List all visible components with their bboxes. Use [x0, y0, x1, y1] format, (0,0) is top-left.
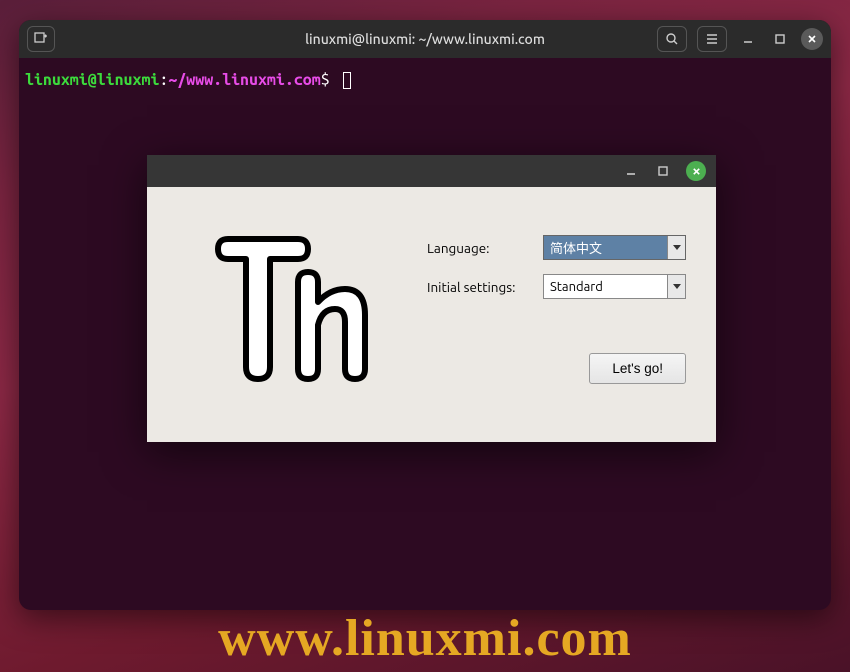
chevron-down-icon	[667, 236, 685, 259]
search-button[interactable]	[657, 26, 687, 52]
terminal-minimize-button[interactable]	[737, 28, 759, 50]
lets-go-button[interactable]: Let's go!	[589, 353, 686, 384]
menu-button[interactable]	[697, 26, 727, 52]
language-value: 简体中文	[550, 238, 602, 257]
new-tab-button[interactable]	[27, 26, 55, 52]
prompt-dollar: $	[321, 71, 330, 89]
chevron-down-icon	[667, 275, 685, 298]
terminal-cursor	[343, 72, 351, 89]
terminal-titlebar: linuxmi@linuxmi: ~/www.linuxmi.com	[19, 20, 831, 58]
prompt-user: linuxmi@linuxmi	[25, 71, 159, 89]
terminal-close-button[interactable]	[801, 28, 823, 50]
initial-settings-row: Initial settings: Standard	[427, 274, 686, 299]
watermark-text: www.linuxmi.com	[0, 609, 850, 668]
dialog-body: Language: 简体中文 Initial settings: Standar…	[147, 187, 716, 442]
prompt-path: ~/www.linuxmi.com	[168, 71, 320, 89]
form-area: Language: 简体中文 Initial settings: Standar…	[427, 227, 686, 392]
terminal-maximize-button[interactable]	[769, 28, 791, 50]
dialog-maximize-button[interactable]	[654, 162, 672, 180]
initial-settings-value: Standard	[550, 280, 603, 294]
dialog-minimize-button[interactable]	[622, 162, 640, 180]
initial-settings-select[interactable]: Standard	[543, 274, 686, 299]
initial-settings-label: Initial settings:	[427, 279, 535, 295]
language-select[interactable]: 简体中文	[543, 235, 686, 260]
terminal-body[interactable]: linuxmi@linuxmi:~/www.linuxmi.com$	[19, 58, 831, 103]
language-label: Language:	[427, 240, 535, 256]
setup-dialog: Language: 简体中文 Initial settings: Standar…	[147, 155, 716, 442]
dialog-titlebar	[147, 155, 716, 187]
language-row: Language: 简体中文	[427, 235, 686, 260]
dialog-close-button[interactable]	[686, 161, 706, 181]
thonny-logo	[177, 227, 397, 392]
button-row: Let's go!	[427, 353, 686, 384]
